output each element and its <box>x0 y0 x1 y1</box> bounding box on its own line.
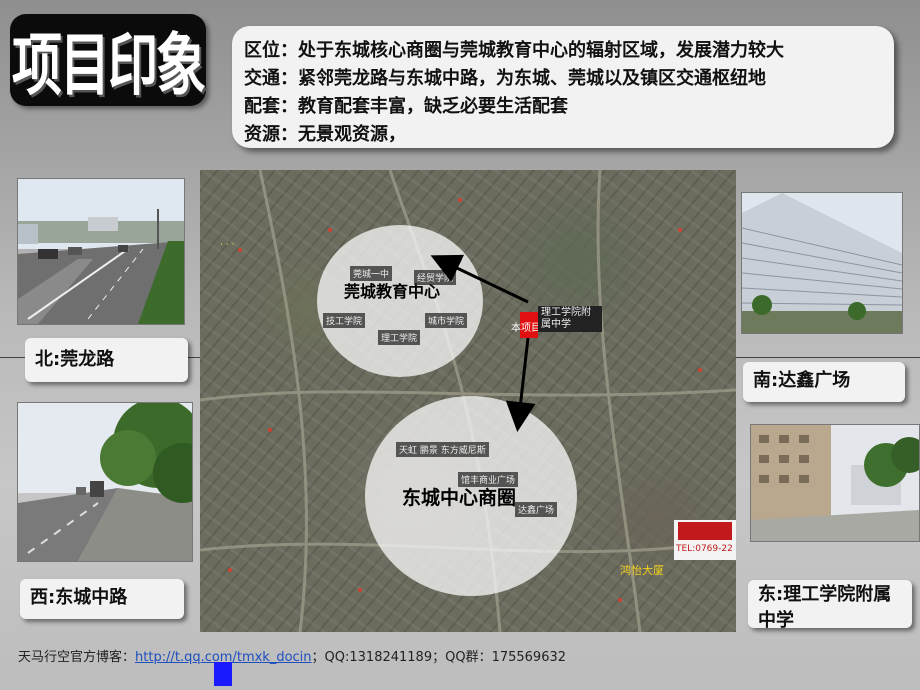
arrow-to-education <box>430 254 529 304</box>
ad-sign: TEL:0769-22 <box>674 520 736 560</box>
tag-hongyi: 鸿怡大厦 <box>620 564 664 577</box>
south-building-image <box>742 193 902 333</box>
ad-sign-phone: TEL:0769-22 <box>676 544 733 554</box>
label-north: 北:莞龙路 <box>25 338 188 382</box>
page-title: 项目印象 <box>12 24 206 105</box>
label-south: 南:达鑫广场 <box>743 362 905 402</box>
divider-right <box>736 357 920 358</box>
info-traffic: 交通：紧邻莞龙路与东城中路，为东城、莞城以及镇区交通枢纽地 <box>244 68 766 89</box>
south-building-photo <box>741 192 903 334</box>
arrow-to-business <box>505 337 536 432</box>
footer-prefix: 天马行空官方博客： <box>18 650 136 665</box>
info-resources: 资源：无景观资源， <box>244 124 406 145</box>
north-road-photo <box>17 178 185 325</box>
blue-square-marker <box>214 662 232 686</box>
north-road-image <box>18 179 184 324</box>
info-box: 区位：处于东城核心商圈与莞城教育中心的辐射区域，发展潜力较大 交通：紧邻莞龙路与… <box>232 26 894 148</box>
info-facilities: 配套：教育配套丰富，缺乏必要生活配套 <box>244 96 568 117</box>
west-road-image <box>18 403 192 561</box>
label-east: 东:理工学院附属中学 <box>748 580 912 631</box>
info-location: 区位：处于东城核心商圈与莞城教育中心的辐射区域，发展潜力较大 <box>244 40 784 61</box>
satellite-map: · · · 莞城教育中心 莞城一中 经贸学院 技工学院 城市学院 理工学院 东城… <box>200 170 736 632</box>
ad-sign-logo <box>678 522 732 540</box>
label-west: 西:东城中路 <box>20 579 184 619</box>
footer-contact: ；QQ:1318241189；QQ群：175569632 <box>311 650 567 665</box>
east-school-photo <box>750 424 920 542</box>
title-box: 项目印象 <box>10 14 206 106</box>
east-school-image <box>751 425 919 541</box>
west-road-photo <box>17 402 193 562</box>
footer: 天马行空官方博客：http://t.qq.com/tmxk_docin；QQ:1… <box>18 646 566 665</box>
